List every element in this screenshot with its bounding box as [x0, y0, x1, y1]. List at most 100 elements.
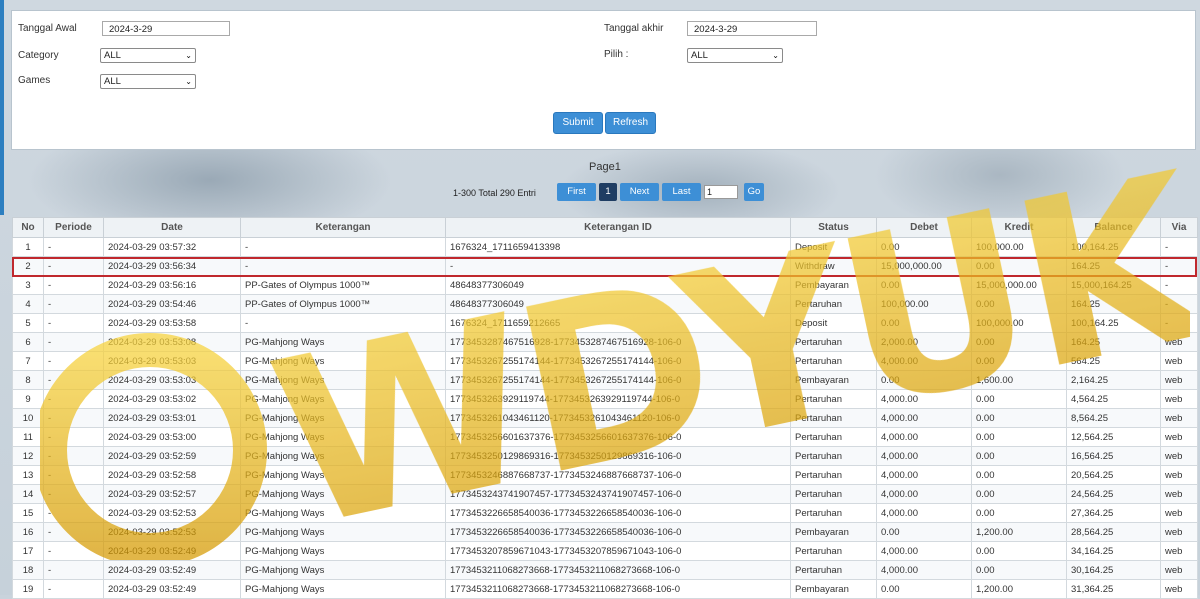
pilih-select[interactable]: ALL ⌄	[687, 48, 783, 63]
cell-via: -	[1160, 256, 1198, 276]
cell-periode: -	[43, 332, 104, 352]
cell-periode: -	[43, 408, 104, 428]
cell-kredit: 0.00	[971, 446, 1067, 466]
cell-balance: 30,164.25	[1066, 560, 1161, 580]
table-row[interactable]: 9-2024-03-29 03:53:02 PG-Mahjong Ways 1773…	[12, 389, 1198, 409]
cell-debet: 4,000.00	[876, 503, 972, 523]
cell-via: web	[1160, 560, 1198, 580]
table-row[interactable]: 14-2024-03-29 03:52:57 PG-Mahjong Ways 177…	[12, 484, 1198, 504]
cell-keterangan-id: 1676324_1711659413398	[445, 237, 791, 257]
cell-debet: 100,000.00	[876, 294, 972, 314]
cell-kredit: 1,600.00	[971, 370, 1067, 390]
table-row[interactable]: 3-2024-03-29 03:56:16 PP-Gates of Olympus…	[12, 275, 1198, 295]
go-button[interactable]: Go	[744, 183, 764, 201]
table-row[interactable]: 16-2024-03-29 03:52:53 PG-Mahjong Ways 177…	[12, 522, 1198, 542]
cell-status: Pertaruhan	[790, 389, 877, 409]
cell-date: 2024-03-29 03:52:53	[103, 522, 241, 542]
cell-debet: 4,000.00	[876, 484, 972, 504]
table-row[interactable]: 10-2024-03-29 03:53:01 PG-Mahjong Ways 177…	[12, 408, 1198, 428]
cell-via: web	[1160, 541, 1198, 561]
last-page-button[interactable]: Last	[662, 183, 701, 201]
games-selected-value: ALL	[104, 76, 121, 87]
cell-keterangan-id: 1773453267255174144-1773453267255174144-…	[445, 370, 791, 390]
cell-no: 1	[12, 237, 44, 257]
cell-via: web	[1160, 503, 1198, 523]
table-row[interactable]: 6-2024-03-29 03:53:08 PG-Mahjong Ways 1773…	[12, 332, 1198, 352]
table-row[interactable]: 12-2024-03-29 03:52:59 PG-Mahjong Ways 177…	[12, 446, 1198, 466]
category-select[interactable]: ALL ⌄	[100, 48, 196, 63]
table-row[interactable]: 8-2024-03-29 03:53:03 PG-Mahjong Ways 1773…	[12, 370, 1198, 390]
table-row[interactable]: 13-2024-03-29 03:52:58 PG-Mahjong Ways 177…	[12, 465, 1198, 485]
games-select[interactable]: ALL ⌄	[100, 74, 196, 89]
cell-status: Pertaruhan	[790, 427, 877, 447]
current-page-button[interactable]: 1	[599, 183, 617, 201]
cell-status: Withdraw	[790, 256, 877, 276]
cell-no: 7	[12, 351, 44, 371]
cell-via: web	[1160, 332, 1198, 352]
first-page-button[interactable]: First	[557, 183, 596, 201]
cell-via: -	[1160, 294, 1198, 314]
column-header-keterangan: Keterangan	[240, 217, 446, 238]
cell-kredit: 0.00	[971, 256, 1067, 276]
cell-status: Pertaruhan	[790, 503, 877, 523]
table-header-row: No Periode Date Keterangan Keterangan ID Stat…	[12, 217, 1198, 238]
cell-keterangan: -	[240, 237, 446, 257]
chevron-down-icon: ⌄	[185, 51, 192, 60]
cell-balance: 4,564.25	[1066, 389, 1161, 409]
cell-keterangan-id: -	[445, 256, 791, 276]
cell-periode: -	[43, 522, 104, 542]
cell-keterangan-id: 1773453267255174144-1773453267255174144-…	[445, 351, 791, 371]
cell-kredit: 0.00	[971, 560, 1067, 580]
next-page-button[interactable]: Next	[620, 183, 659, 201]
column-header-no: No	[12, 217, 44, 238]
cell-no: 3	[12, 275, 44, 295]
cell-date: 2024-03-29 03:52:58	[103, 465, 241, 485]
table-row[interactable]: 1-2024-03-29 03:57:32-1676324_1711659413…	[12, 237, 1198, 257]
cell-no: 12	[12, 446, 44, 466]
cell-via: web	[1160, 579, 1198, 599]
table-row[interactable]: 2-2024-03-29 03:56:34- - Withdraw 15,000,00…	[12, 256, 1198, 276]
cell-status: Pertaruhan	[790, 351, 877, 371]
cell-via: -	[1160, 237, 1198, 257]
refresh-button[interactable]: Refresh	[605, 112, 656, 134]
cell-balance: 164.25	[1066, 294, 1161, 314]
table-row[interactable]: 4-2024-03-29 03:54:46 PP-Gates of Olympus…	[12, 294, 1198, 314]
table-row[interactable]: 5-2024-03-29 03:53:58-1676324_1711659212…	[12, 313, 1198, 333]
column-header-periode: Periode	[43, 217, 104, 238]
page-jump-input[interactable]: 1	[704, 185, 738, 199]
tanggal-akhir-input[interactable]: 2024-3-29	[687, 21, 817, 36]
cell-balance: 564.25	[1066, 351, 1161, 371]
column-header-via: Via	[1160, 217, 1198, 238]
cell-balance: 100,164.25	[1066, 313, 1161, 333]
cell-balance: 16,564.25	[1066, 446, 1161, 466]
column-header-kredit: Kredit	[971, 217, 1067, 238]
table-row[interactable]: 15-2024-03-29 03:52:53 PG-Mahjong Ways 177…	[12, 503, 1198, 523]
cell-via: web	[1160, 389, 1198, 409]
cell-keterangan-id: 1773453226658540036-1773453226658540036-…	[445, 522, 791, 542]
cell-via: web	[1160, 408, 1198, 428]
cell-status: Pertaruhan	[790, 446, 877, 466]
table-row[interactable]: 18-2024-03-29 03:52:49 PG-Mahjong Ways 177…	[12, 560, 1198, 580]
cell-keterangan-id: 1773453207859671043-1773453207859671043-…	[445, 541, 791, 561]
cell-via: web	[1160, 427, 1198, 447]
table-row[interactable]: 7-2024-03-29 03:53:03 PG-Mahjong Ways 1773…	[12, 351, 1198, 371]
cell-keterangan-id: 48648377306049	[445, 294, 791, 314]
tanggal-awal-input[interactable]: 2024-3-29	[102, 21, 230, 36]
table-row[interactable]: 17-2024-03-29 03:52:49 PG-Mahjong Ways 177…	[12, 541, 1198, 561]
cell-no: 11	[12, 427, 44, 447]
submit-button[interactable]: Submit	[553, 112, 603, 134]
cell-date: 2024-03-29 03:53:01	[103, 408, 241, 428]
cell-no: 19	[12, 579, 44, 599]
cell-kredit: 0.00	[971, 332, 1067, 352]
cell-status: Pertaruhan	[790, 408, 877, 428]
cell-status: Pertaruhan	[790, 541, 877, 561]
cell-balance: 12,564.25	[1066, 427, 1161, 447]
cell-debet: 4,000.00	[876, 465, 972, 485]
cell-keterangan-id: 1773453211068273668-1773453211068273668-…	[445, 579, 791, 599]
cell-balance: 27,364.25	[1066, 503, 1161, 523]
table-row[interactable]: 11-2024-03-29 03:53:00 PG-Mahjong Ways 177…	[12, 427, 1198, 447]
cell-keterangan-id: 1773453263929119744-1773453263929119744-…	[445, 389, 791, 409]
table-row[interactable]: 19-2024-03-29 03:52:49 PG-Mahjong Ways 177…	[12, 579, 1198, 599]
cell-status: Pembayaran	[790, 579, 877, 599]
cell-via: web	[1160, 446, 1198, 466]
